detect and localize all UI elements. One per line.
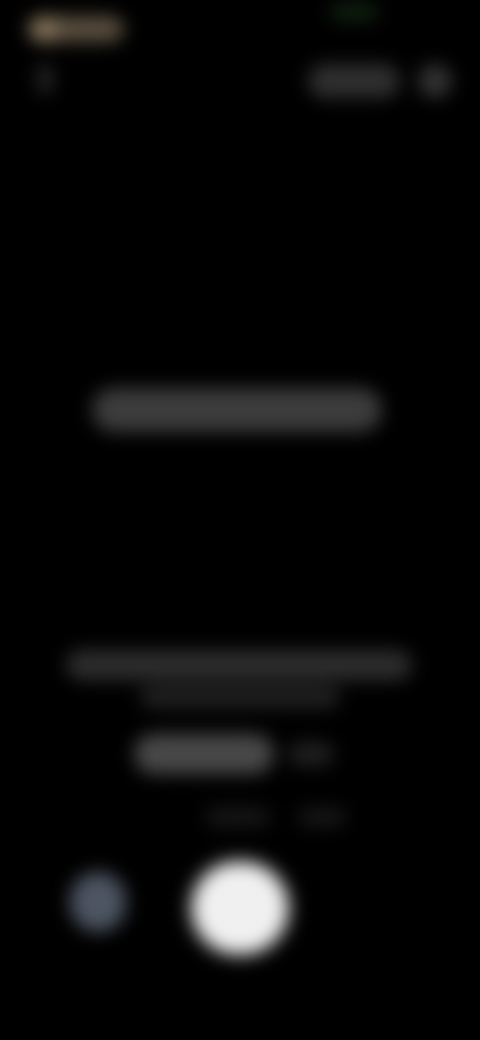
secondary-option-button[interactable] xyxy=(288,742,334,766)
bottom-text-line-2 xyxy=(140,686,340,708)
shutter-icon[interactable] xyxy=(192,862,288,954)
header-action-button[interactable] xyxy=(308,64,400,98)
back-icon[interactable] xyxy=(38,64,52,94)
center-message xyxy=(92,388,382,432)
status-bar-time xyxy=(28,16,124,42)
primary-option-button[interactable] xyxy=(134,734,274,774)
status-bar-indicator xyxy=(330,4,378,20)
bottom-text-line-1 xyxy=(66,650,412,680)
hint-text-1 xyxy=(206,808,270,826)
blurred-screen xyxy=(0,0,480,1040)
gallery-icon[interactable] xyxy=(70,872,126,932)
hint-text-2 xyxy=(298,808,346,826)
more-icon[interactable] xyxy=(418,64,452,98)
